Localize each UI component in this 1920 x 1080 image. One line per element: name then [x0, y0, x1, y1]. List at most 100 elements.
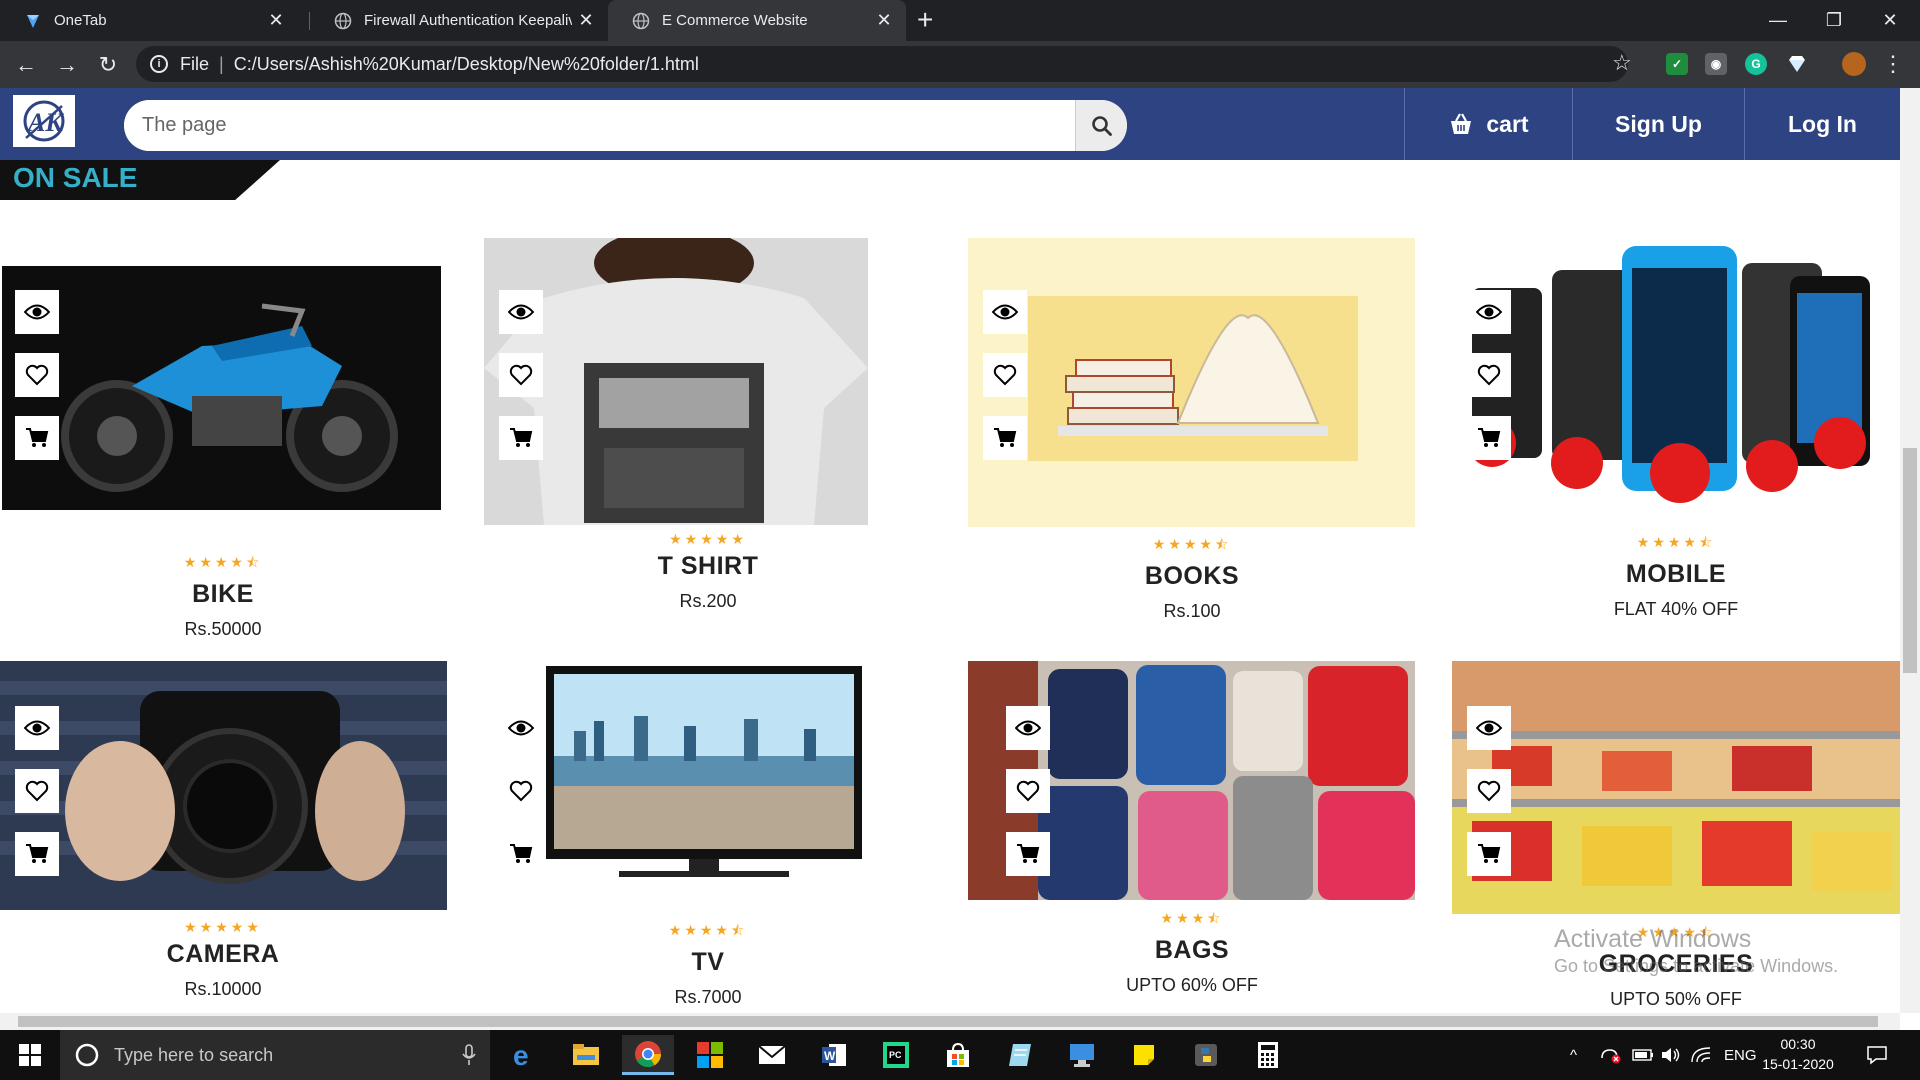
bookmark-star-icon[interactable]: ☆: [1612, 50, 1632, 76]
network-error-icon[interactable]: [1600, 1030, 1622, 1080]
pycharm-icon[interactable]: PC: [870, 1035, 922, 1075]
grammarly-extension-icon[interactable]: G: [1745, 53, 1767, 75]
wifi-icon[interactable]: [1690, 1030, 1712, 1080]
maximize-icon[interactable]: ❐: [1804, 0, 1864, 41]
product-price: UPTO 50% OFF: [1610, 989, 1742, 1009]
product-name[interactable]: BAGS: [992, 936, 1392, 965]
close-tab-icon[interactable]: ✕: [870, 10, 898, 31]
close-tab-icon[interactable]: ✕: [262, 10, 290, 31]
scrollbar-thumb[interactable]: [18, 1016, 1878, 1027]
remote-desktop-icon[interactable]: [1056, 1035, 1108, 1075]
address-bar[interactable]: i File | C:/Users/Ashish%20Kumar/Desktop…: [136, 46, 1628, 82]
view-eye-icon[interactable]: [499, 290, 543, 334]
file-explorer-icon[interactable]: [560, 1035, 612, 1075]
new-tab-plus-icon[interactable]: +: [917, 4, 933, 36]
show-hidden-icons-chevron[interactable]: ^: [1570, 1030, 1577, 1080]
tab-ecommerce[interactable]: E Commerce Website ✕: [608, 0, 906, 41]
product-image-groceries[interactable]: [1452, 661, 1900, 914]
info-icon[interactable]: i: [150, 55, 168, 73]
close-window-icon[interactable]: ✕: [1860, 0, 1920, 41]
chrome-icon[interactable]: [622, 1035, 674, 1075]
scrollbar-thumb[interactable]: [1903, 448, 1917, 673]
wishlist-heart-icon[interactable]: [1467, 769, 1511, 813]
calculator-icon[interactable]: [1242, 1035, 1294, 1075]
volume-icon[interactable]: [1660, 1030, 1682, 1080]
wishlist-heart-icon[interactable]: [499, 769, 543, 813]
add-to-cart-icon[interactable]: [1467, 416, 1511, 460]
rating-stars: ★★★★★: [184, 919, 262, 935]
site-logo[interactable]: AK: [13, 95, 75, 147]
wishlist-heart-icon[interactable]: [1006, 769, 1050, 813]
diamond-extension-icon[interactable]: [1786, 53, 1808, 75]
windows-start-icon[interactable]: [0, 1030, 60, 1080]
product-image-books[interactable]: [968, 238, 1415, 527]
product-image-camera[interactable]: [0, 661, 447, 910]
action-center-icon[interactable]: [1866, 1030, 1888, 1080]
word-icon[interactable]: W: [808, 1035, 860, 1075]
search-button[interactable]: [1075, 100, 1127, 151]
view-eye-icon[interactable]: [1467, 290, 1511, 334]
product-name[interactable]: T SHIRT: [508, 552, 908, 581]
tab-onetab[interactable]: OneTab ✕: [0, 0, 298, 41]
product-name[interactable]: BOOKS: [992, 562, 1392, 591]
taskbar-clock[interactable]: 00:30 15-01-2020: [1758, 1034, 1838, 1074]
wishlist-heart-icon[interactable]: [15, 353, 59, 397]
microphone-icon[interactable]: [462, 1044, 476, 1066]
globe-icon: [334, 12, 352, 30]
product-image-bike[interactable]: [2, 266, 441, 510]
view-eye-icon[interactable]: [1467, 706, 1511, 750]
add-to-cart-icon[interactable]: [1467, 832, 1511, 876]
product-name[interactable]: CAMERA: [23, 940, 423, 969]
product-image-mobile[interactable]: [1452, 238, 1900, 521]
wishlist-heart-icon[interactable]: [15, 769, 59, 813]
colorful-grid-app-icon[interactable]: [684, 1035, 736, 1075]
taskbar-search-box[interactable]: Type here to search: [60, 1030, 490, 1080]
store-bag-icon[interactable]: [932, 1035, 984, 1075]
profile-avatar[interactable]: [1842, 52, 1866, 76]
product-name[interactable]: MOBILE: [1476, 560, 1876, 589]
product-info: ★★★★★ T SHIRT Rs.200: [508, 531, 908, 612]
add-to-cart-icon[interactable]: [983, 416, 1027, 460]
minimize-icon[interactable]: —: [1748, 0, 1808, 41]
battery-icon[interactable]: [1632, 1030, 1654, 1080]
cart-button[interactable]: cart: [1404, 88, 1572, 160]
vertical-scrollbar[interactable]: [1900, 88, 1920, 1013]
notepad-icon[interactable]: [994, 1035, 1046, 1075]
add-to-cart-icon[interactable]: [499, 832, 543, 876]
menu-kebab-icon[interactable]: ⋮: [1882, 51, 1904, 77]
rating-stars: ★★★★⯪: [1636, 534, 1716, 550]
log-in-button[interactable]: Log In: [1744, 88, 1900, 160]
product-name[interactable]: TV: [508, 948, 908, 977]
view-eye-icon[interactable]: [15, 706, 59, 750]
view-eye-icon[interactable]: [15, 290, 59, 334]
sticky-notes-icon[interactable]: [1118, 1035, 1170, 1075]
mail-icon[interactable]: [746, 1035, 798, 1075]
camera-extension-icon[interactable]: ◉: [1705, 53, 1727, 75]
wishlist-heart-icon[interactable]: [499, 353, 543, 397]
forward-arrow-icon[interactable]: →: [53, 51, 81, 79]
product-image-tv[interactable]: [484, 661, 884, 885]
add-to-cart-icon[interactable]: [15, 832, 59, 876]
view-eye-icon[interactable]: [499, 706, 543, 750]
add-to-cart-icon[interactable]: [499, 416, 543, 460]
view-eye-icon[interactable]: [1006, 706, 1050, 750]
product-name[interactable]: BIKE: [23, 580, 423, 609]
add-to-cart-icon[interactable]: [15, 416, 59, 460]
horizontal-scrollbar[interactable]: [0, 1013, 1900, 1030]
wishlist-heart-icon[interactable]: [1467, 353, 1511, 397]
back-arrow-icon[interactable]: ←: [12, 51, 40, 79]
edge-browser-icon[interactable]: e: [498, 1035, 550, 1075]
tab-firewall[interactable]: Firewall Authentication Keepalive ✕: [310, 0, 608, 41]
shield-extension-icon[interactable]: ✓: [1666, 53, 1688, 75]
language-indicator[interactable]: ENG: [1724, 1030, 1757, 1080]
product-price: Rs.100: [1163, 601, 1221, 621]
view-eye-icon[interactable]: [983, 290, 1027, 334]
reload-icon[interactable]: ↻: [94, 51, 122, 79]
close-tab-icon[interactable]: ✕: [572, 10, 600, 31]
add-to-cart-icon[interactable]: [1006, 832, 1050, 876]
url-text[interactable]: C:/Users/Ashish%20Kumar/Desktop/New%20fo…: [234, 54, 699, 75]
search-input[interactable]: [124, 100, 1075, 151]
python-icon[interactable]: [1180, 1035, 1232, 1075]
wishlist-heart-icon[interactable]: [983, 353, 1027, 397]
sign-up-button[interactable]: Sign Up: [1572, 88, 1744, 160]
